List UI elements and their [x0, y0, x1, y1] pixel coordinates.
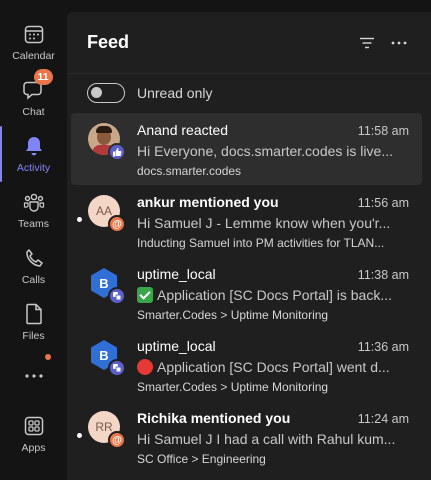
feed-item-context: Smarter.Codes > Uptime Monitoring [137, 380, 329, 394]
unread-indicator [77, 217, 82, 222]
rail-item-label: Activity [16, 162, 51, 174]
at-mention-icon: @ [108, 215, 126, 233]
feed-item-preview-row: Application [SC Docs Portal] is back... [137, 287, 403, 303]
feed-item-preview: Hi Everyone, docs.smarter.codes is live.… [137, 143, 393, 159]
app-icon [108, 287, 126, 305]
unread-only-label: Unread only [137, 85, 213, 101]
phone-icon [22, 246, 46, 270]
rail-item-files[interactable]: Files [0, 294, 67, 350]
filter-button[interactable] [357, 33, 377, 53]
feed-item-preview: Hi Samuel J - Lemme know when you'r... [137, 215, 391, 231]
check-mark-icon [137, 287, 153, 303]
timestamp: 11:24 am [357, 412, 409, 426]
feed-item[interactable]: AA @ ankur mentioned you 11:56 am Hi Sam… [71, 185, 422, 257]
feed-item-preview: Application [SC Docs Portal] went d... [157, 359, 390, 375]
rail-item-apps[interactable]: Apps [0, 406, 67, 462]
more-options-button[interactable] [389, 33, 409, 53]
timestamp: 11:56 am [357, 196, 409, 210]
timestamp: 11:36 am [357, 340, 409, 354]
filter-icon [360, 37, 374, 49]
rail-item-more[interactable] [0, 348, 67, 404]
file-icon [22, 302, 46, 326]
feed-item-context: Smarter.Codes > Uptime Monitoring [137, 308, 329, 322]
notification-dot [45, 354, 51, 360]
feed-item-title: Richika mentioned you [137, 410, 291, 426]
feed-item[interactable]: RR @ Richika mentioned you 11:24 am Hi S… [71, 401, 422, 473]
feed-item-title: uptime_local [137, 338, 216, 354]
rail-item-chat[interactable]: 11 Chat [0, 69, 67, 126]
timestamp: 11:58 am [357, 124, 409, 138]
thumbs-up-icon [108, 143, 126, 161]
timestamp: 11:38 am [357, 268, 409, 282]
rail-item-calls[interactable]: Calls [0, 238, 67, 294]
rail-item-label: Calls [21, 274, 46, 286]
red-circle-icon [137, 359, 153, 375]
feed-item-title: Anand reacted [137, 122, 229, 138]
more-icon [391, 41, 407, 45]
bell-icon [22, 134, 46, 158]
rail-item-label: Calendar [12, 50, 55, 62]
feed-item[interactable]: Anand reacted 11:58 am Hi Everyone, docs… [71, 113, 422, 185]
rail-item-teams[interactable]: Teams [0, 182, 67, 238]
app-icon [108, 359, 126, 377]
rail-item-calendar[interactable]: Calendar [0, 14, 67, 70]
feed-item[interactable]: B uptime_local 11:38 am Application [SC … [71, 257, 422, 329]
feed-item[interactable]: B uptime_local 11:36 am Application [SC … [71, 329, 422, 401]
toggle-knob [91, 87, 102, 98]
rail-item-label: Chat [22, 106, 45, 118]
feed-item-context: docs.smarter.codes [137, 164, 242, 178]
feed-item-context: SC Office > Engineering [137, 452, 266, 466]
feed-item-title: uptime_local [137, 266, 216, 282]
at-mention-icon: @ [108, 431, 126, 449]
rail-item-label: Teams [18, 218, 49, 230]
unread-only-row: Unread only [67, 74, 431, 112]
unread-count-badge: 11 [33, 69, 53, 85]
feed-item-title: ankur mentioned you [137, 194, 279, 210]
avatar-initials: B [99, 275, 109, 291]
unread-only-toggle[interactable] [87, 83, 125, 103]
avatar-initials: B [99, 347, 109, 363]
chat-icon: 11 [22, 69, 53, 102]
feed-item-preview-row: Application [SC Docs Portal] went d... [137, 359, 403, 375]
calendar-icon [22, 22, 46, 46]
rail-item-activity[interactable]: Activity [0, 126, 67, 182]
apps-icon [22, 414, 46, 438]
rail-item-label: Files [22, 330, 45, 342]
feed-item-preview: Application [SC Docs Portal] is back... [157, 287, 392, 303]
feed-panel: Feed Unread only Anand reacted 11:58 am … [67, 12, 431, 480]
unread-indicator [77, 433, 82, 438]
feed-header: Feed [67, 12, 431, 74]
app-rail: Calendar 11 Chat Activity Teams Calls Fi… [0, 0, 67, 480]
more-icon [22, 364, 46, 388]
feed-item-preview: Hi Samuel J I had a call with Rahul kum.… [137, 431, 396, 447]
page-title: Feed [87, 32, 130, 52]
teams-icon [22, 190, 46, 214]
feed-item-context: Inducting Samuel into PM activities for … [137, 236, 385, 250]
rail-item-label: Apps [21, 442, 46, 454]
